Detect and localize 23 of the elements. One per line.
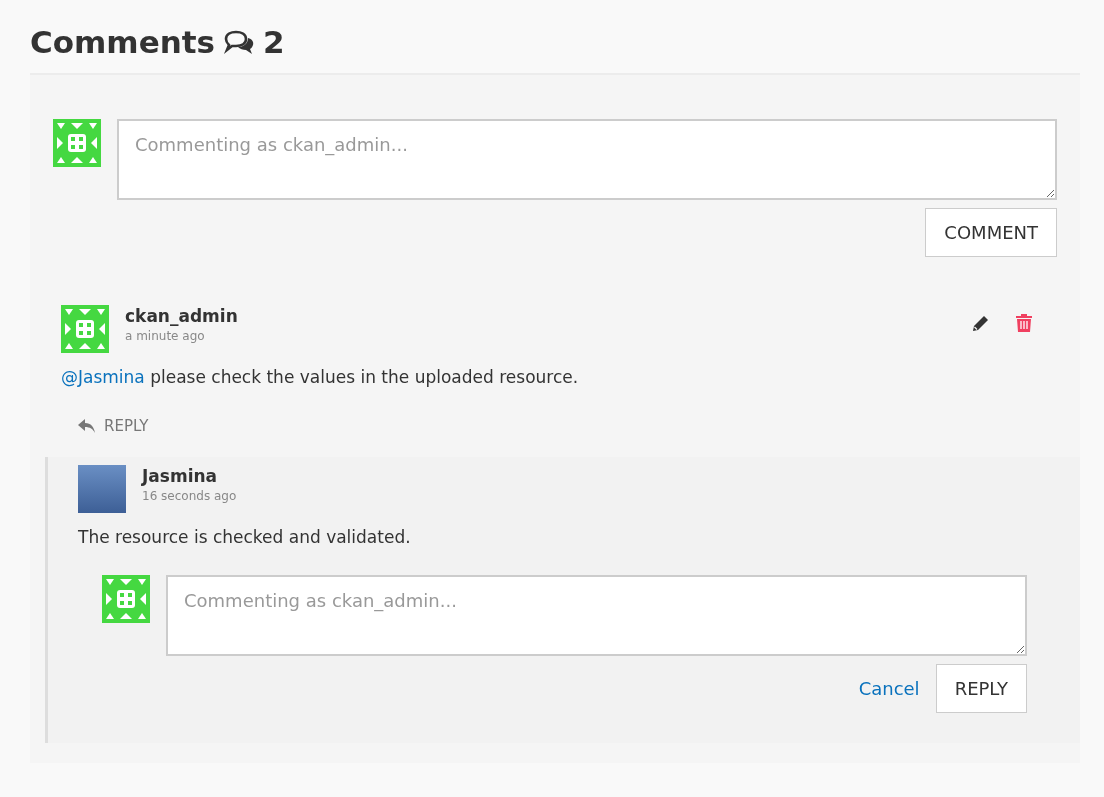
avatar-photo: [78, 465, 126, 514]
comment-text: @Jasmina please check the values in the uploaded resource.: [61, 366, 580, 390]
comment-field[interactable]: Commenting as ckan_admin...: [117, 119, 1057, 201]
comment-field[interactable]: Commenting as ckan_admin...: [166, 574, 1027, 656]
author-name: ckan_admin: [125, 305, 239, 328]
comment-text: The resource is checked and validated.: [78, 526, 412, 550]
author-name: Jasmina: [142, 465, 219, 488]
reply-button[interactable]: REPLY: [78, 414, 149, 438]
reply-arrow-icon: [78, 418, 96, 433]
reply-submit-button[interactable]: REPLY: [935, 663, 1027, 713]
comment-count: 2: [263, 24, 285, 62]
pencil-icon[interactable]: [971, 313, 991, 334]
mention-link[interactable]: @Jasmina: [61, 367, 145, 388]
identicon-avatar: [61, 305, 109, 354]
identicon-avatar: [53, 119, 101, 168]
comment-time: 16 seconds ago: [142, 488, 237, 506]
comments-icon: [223, 29, 256, 56]
identicon-avatar: [102, 574, 150, 623]
cancel-link[interactable]: Cancel: [858, 674, 920, 702]
comment-time: a minute ago: [125, 328, 206, 346]
comment-button[interactable]: COMMENT: [925, 208, 1057, 258]
section-title: Comments: [30, 24, 216, 62]
trash-icon[interactable]: [1015, 313, 1033, 334]
